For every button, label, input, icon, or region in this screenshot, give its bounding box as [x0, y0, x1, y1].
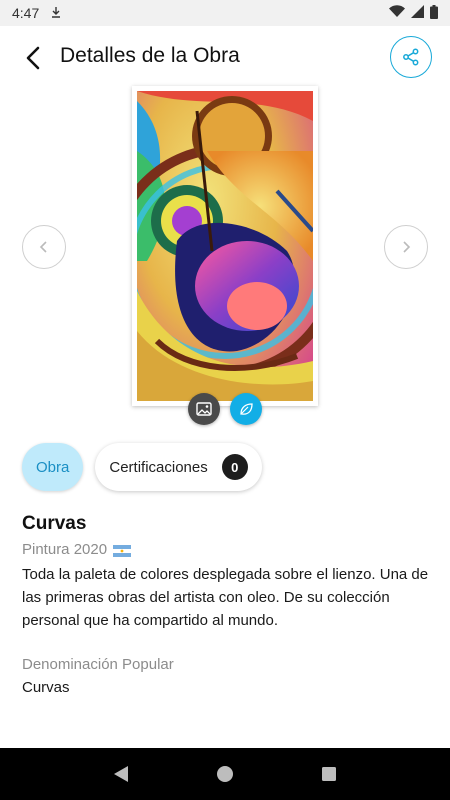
back-button[interactable]: [20, 44, 48, 72]
wifi-icon: [389, 5, 405, 21]
share-button[interactable]: [390, 36, 432, 78]
image-icon: [196, 402, 212, 416]
square-recents-icon: [321, 767, 336, 781]
artwork-title: Curvas: [22, 513, 87, 534]
artwork-meta: Pintura 2020: [22, 541, 132, 558]
tab-certificaciones-label: Certificaciones: [109, 458, 208, 476]
popular-name-label: Denominación Popular: [22, 656, 174, 673]
back-arrow-icon: [26, 46, 40, 70]
leaf-icon: [240, 403, 253, 415]
next-image-button[interactable]: [384, 225, 428, 269]
share-icon: [403, 48, 419, 66]
status-time: 4:47: [12, 5, 40, 21]
artwork-description: Toda la paleta de colores desplegada sob…: [22, 566, 429, 629]
signal-icon: [411, 5, 424, 21]
nav-back-button[interactable]: [113, 765, 129, 783]
certifications-count-badge: 0: [221, 454, 248, 480]
battery-icon: [430, 4, 438, 22]
status-bar: 4:47: [0, 0, 450, 26]
popular-name-value: Curvas: [22, 679, 70, 696]
previous-image-button[interactable]: [22, 225, 66, 269]
page-title: Detalles de la Obra: [60, 44, 240, 67]
argentina-flag-icon: [113, 544, 132, 557]
artwork-image[interactable]: [108, 86, 342, 406]
artwork-painting: [108, 91, 342, 401]
eco-certification-button[interactable]: [230, 393, 262, 425]
triangle-back-icon: [114, 766, 129, 782]
tab-certificaciones[interactable]: Certificaciones 0: [95, 443, 262, 491]
chevron-left-icon: [39, 241, 47, 253]
nav-recents-button[interactable]: [321, 766, 337, 782]
view-image-button[interactable]: [188, 393, 220, 425]
detail-tabs: Obra Certificaciones 0: [22, 443, 262, 491]
app-header: Detalles de la Obra: [0, 30, 450, 86]
download-icon: [51, 5, 61, 21]
system-nav-bar: [0, 748, 450, 800]
nav-home-button[interactable]: [216, 765, 234, 783]
tab-obra[interactable]: Obra: [22, 443, 84, 491]
artwork-type-year: Pintura 2020: [22, 541, 108, 558]
chevron-right-icon: [403, 241, 411, 253]
circle-home-icon: [216, 766, 233, 782]
